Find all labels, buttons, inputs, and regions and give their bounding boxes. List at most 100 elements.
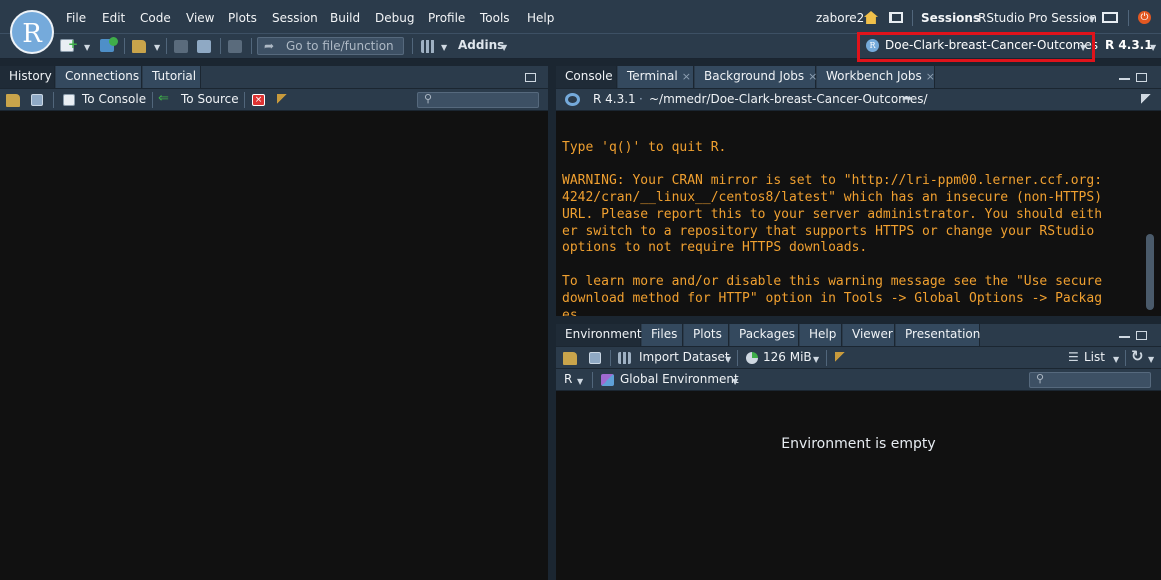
import-dataset-button[interactable]: Import Dataset xyxy=(639,350,730,364)
memory-caret-icon[interactable]: ▼ xyxy=(813,355,819,364)
open-file-caret-icon[interactable]: ▼ xyxy=(154,43,160,52)
language-caret-icon[interactable]: ▼ xyxy=(577,377,583,386)
sign-out-icon[interactable] xyxy=(889,12,903,23)
minimize-pane-icon[interactable] xyxy=(1119,78,1130,80)
close-workbench-jobs-icon[interactable]: × xyxy=(926,70,935,83)
to-source-button[interactable]: To Source xyxy=(181,92,239,106)
sessions-separator-dot: · xyxy=(972,11,976,25)
r-version-caret-icon[interactable]: ▼ xyxy=(1150,43,1156,52)
environment-body: Environment is empty xyxy=(556,391,1161,580)
load-workspace-icon[interactable] xyxy=(563,352,577,365)
import-dataset-caret-icon[interactable]: ▼ xyxy=(725,355,731,364)
console-line: es. xyxy=(562,307,586,316)
print-icon[interactable] xyxy=(228,40,242,53)
tab-environment[interactable]: Environment xyxy=(556,324,642,346)
maximize-pane-icon[interactable] xyxy=(525,73,536,82)
goto-file-input[interactable]: ➦ Go to file/function xyxy=(257,37,404,55)
menu-view[interactable]: View xyxy=(186,11,214,25)
pane-layout-caret-icon[interactable]: ▼ xyxy=(441,43,447,52)
save-icon[interactable] xyxy=(174,40,188,53)
global-environment-selector[interactable]: Global Environment xyxy=(620,372,739,386)
menu-session[interactable]: Session xyxy=(272,11,318,25)
menu-profile[interactable]: Profile xyxy=(428,11,465,25)
view-mode-button[interactable]: List xyxy=(1084,350,1105,364)
tab-help[interactable]: Help xyxy=(800,324,842,346)
console-pane-tabs: Console Terminal × Background Jobs × Workb… xyxy=(556,66,1161,89)
import-dataset-icon xyxy=(618,352,631,364)
refresh-caret-icon[interactable]: ▼ xyxy=(1148,355,1154,364)
save-history-icon[interactable] xyxy=(31,94,43,106)
to-console-button[interactable]: To Console xyxy=(82,92,146,106)
menu-build[interactable]: Build xyxy=(330,11,360,25)
left-pane-tabs: History Connections Tutorial xyxy=(0,66,548,89)
new-file-caret-icon[interactable]: ▼ xyxy=(84,43,90,52)
memory-usage-button[interactable]: 126 MiB xyxy=(763,350,812,364)
environment-empty-message: Environment is empty xyxy=(781,436,936,452)
tab-plots[interactable]: Plots xyxy=(684,324,729,346)
environment-search-input[interactable]: ⚲ xyxy=(1029,372,1151,388)
history-body[interactable] xyxy=(0,111,548,580)
tab-terminal[interactable]: Terminal × xyxy=(618,66,694,88)
new-session-icon[interactable] xyxy=(1102,12,1118,23)
tab-tutorial[interactable]: Tutorial xyxy=(143,66,201,88)
console-line: URL. Please report this to your server a… xyxy=(562,206,1103,222)
tab-viewer[interactable]: Viewer xyxy=(843,324,895,346)
refresh-icon[interactable]: ↻ xyxy=(1131,347,1144,365)
menu-edit[interactable]: Edit xyxy=(102,11,125,25)
tab-packages[interactable]: Packages xyxy=(730,324,799,346)
addins-button[interactable]: Addins xyxy=(458,38,504,52)
r-version-selector[interactable]: R 4.3.1 xyxy=(1105,38,1153,52)
horizontal-splitter[interactable] xyxy=(556,316,1161,324)
load-history-icon[interactable] xyxy=(6,94,20,107)
menu-tools[interactable]: Tools xyxy=(480,11,510,25)
environment-icon xyxy=(601,374,614,386)
tab-connections[interactable]: Connections xyxy=(56,66,142,88)
goto-file-placeholder: Go to file/function xyxy=(286,39,394,53)
console-line: Type 'q()' to quit R. xyxy=(562,139,727,155)
go-to-dir-arrow-icon[interactable]: ➦ xyxy=(902,91,912,105)
remove-entries-icon[interactable]: × xyxy=(252,94,265,106)
history-search-input[interactable]: ⚲ xyxy=(417,92,539,108)
open-file-icon[interactable] xyxy=(132,40,146,53)
power-icon[interactable]: ⏻ xyxy=(1138,11,1151,24)
close-background-jobs-icon[interactable]: × xyxy=(808,70,817,83)
search-icon: ⚲ xyxy=(424,92,433,105)
user-name: zabore2 xyxy=(816,11,865,25)
tab-console[interactable]: Console xyxy=(556,66,617,88)
view-mode-caret-icon[interactable]: ▼ xyxy=(1113,355,1119,364)
session-name[interactable]: RStudio Pro Session xyxy=(978,11,1097,25)
save-workspace-icon[interactable] xyxy=(589,352,601,364)
console-scrollbar[interactable] xyxy=(1146,234,1154,310)
pane-layout-icon[interactable] xyxy=(421,40,435,53)
global-environment-caret-icon[interactable]: ▼ xyxy=(732,377,738,386)
tab-history[interactable]: History xyxy=(0,66,55,88)
tab-presentation[interactable]: Presentation xyxy=(896,324,980,346)
clear-environment-broom-icon[interactable] xyxy=(835,352,847,364)
maximize-pane-icon[interactable] xyxy=(1136,331,1147,340)
addins-caret-icon[interactable]: ▼ xyxy=(501,43,507,52)
session-caret-icon[interactable]: ▼ xyxy=(1089,15,1095,24)
search-icon: ⚲ xyxy=(1036,372,1045,385)
close-terminal-icon[interactable]: × xyxy=(682,70,691,83)
vertical-splitter[interactable] xyxy=(548,66,556,580)
menu-help[interactable]: Help xyxy=(527,11,554,25)
clear-console-broom-icon[interactable] xyxy=(1141,94,1153,106)
tab-background-jobs[interactable]: Background Jobs × xyxy=(695,66,817,88)
save-all-icon[interactable] xyxy=(197,40,211,53)
tab-workbench-jobs[interactable]: Workbench Jobs × xyxy=(817,66,935,88)
tab-files[interactable]: Files xyxy=(642,324,683,346)
menu-file[interactable]: File xyxy=(66,11,86,25)
maximize-pane-icon[interactable] xyxy=(1136,73,1147,82)
tab-background-jobs-label: Background Jobs xyxy=(704,69,805,83)
language-selector[interactable]: R xyxy=(564,372,572,386)
console-line: er switch to a repository that supports … xyxy=(562,223,1095,239)
r-language-icon xyxy=(565,93,580,106)
menu-plots[interactable]: Plots xyxy=(228,11,257,25)
minimize-pane-icon[interactable] xyxy=(1119,336,1130,338)
clear-history-broom-icon[interactable] xyxy=(277,94,289,106)
menu-code[interactable]: Code xyxy=(140,11,171,25)
console-output[interactable]: Type 'q()' to quit R. WARNING: Your CRAN … xyxy=(556,111,1161,316)
console-working-dir[interactable]: ~/mmedr/Doe-Clark-breast-Cancer-Outcomes… xyxy=(649,92,928,106)
menu-debug[interactable]: Debug xyxy=(375,11,414,25)
